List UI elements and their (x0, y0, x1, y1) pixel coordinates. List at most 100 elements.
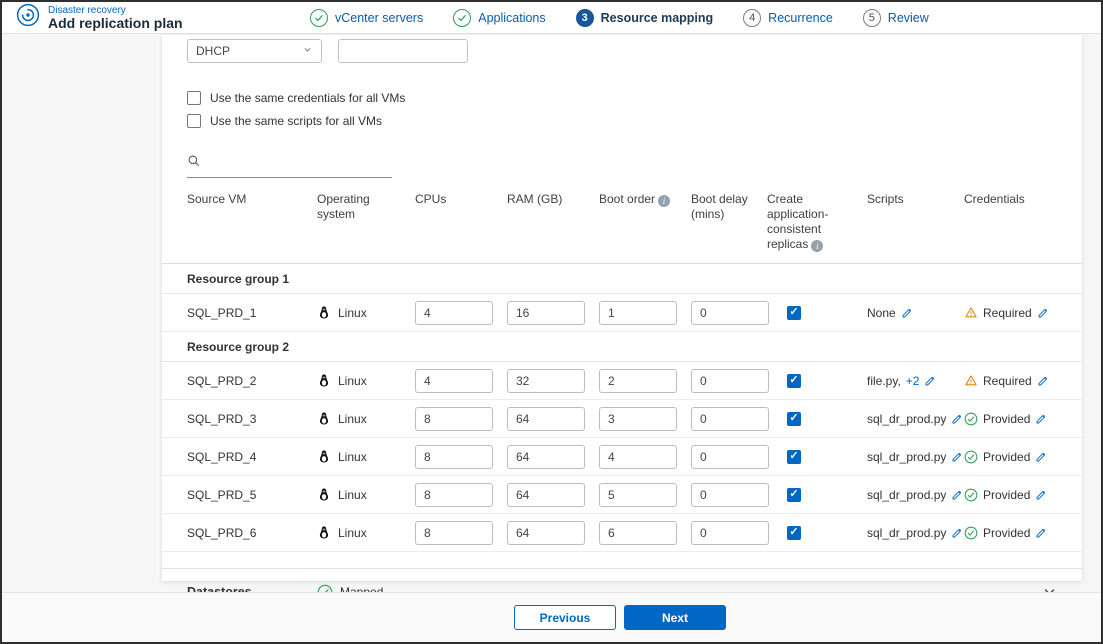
linux-penguin-icon (317, 449, 331, 464)
edit-scripts-icon[interactable] (951, 451, 963, 463)
boot-order-input[interactable] (599, 520, 677, 545)
table-row: SQL_PRD_6 Linux sql_dr_prod.py Provided (162, 514, 1082, 552)
credentials-provided-check-icon (964, 450, 978, 464)
cpus-input[interactable] (415, 406, 493, 431)
source-vm-label: SQL_PRD_5 (187, 487, 257, 502)
resource-group-row: Resource group 1 (162, 264, 1082, 294)
os-cell: Linux (317, 411, 415, 426)
table-row: SQL_PRD_2 Linux file.py, +2 Required (162, 362, 1082, 400)
title-block: Disaster recovery Add replication plan (48, 5, 183, 31)
page-title: Add replication plan (48, 14, 183, 31)
credentials-cell: Required (964, 306, 1057, 320)
edit-credentials-icon[interactable] (1035, 413, 1047, 425)
boot-order-input[interactable] (599, 368, 677, 393)
table-row: SQL_PRD_3 Linux sql_dr_prod.py Provided (162, 400, 1082, 438)
scripts-cell: file.py, +2 (867, 374, 964, 388)
edit-scripts-icon[interactable] (951, 413, 963, 425)
boot-delay-input[interactable] (691, 368, 769, 393)
app-consistent-checkbox[interactable] (787, 449, 801, 464)
edit-scripts-icon[interactable] (951, 527, 963, 539)
boot-order-input[interactable] (599, 406, 677, 431)
ram-input[interactable] (507, 482, 585, 507)
ram-input[interactable] (507, 300, 585, 325)
edit-credentials-icon[interactable] (1037, 307, 1049, 319)
boot-order-input[interactable] (599, 482, 677, 507)
ram-input[interactable] (507, 444, 585, 469)
credentials-label: Provided (983, 525, 1031, 540)
os-label: Linux (338, 487, 367, 502)
step-applications[interactable]: Applications (453, 8, 546, 27)
edit-scripts-icon[interactable] (901, 307, 913, 319)
credentials-provided-check-icon (964, 488, 978, 502)
linux-penguin-icon (317, 373, 331, 388)
column-ram: RAM (GB) (507, 192, 563, 206)
edit-credentials-icon[interactable] (1035, 451, 1047, 463)
app-consistent-checkbox[interactable] (787, 373, 801, 388)
scripts-more-link[interactable]: +2 (906, 374, 920, 388)
step-label: Applications (478, 10, 546, 25)
same-scripts-row: Use the same scripts for all VMs (187, 114, 1082, 128)
cpus-input[interactable] (415, 444, 493, 469)
os-cell: Linux (317, 487, 415, 502)
ram-input[interactable] (507, 406, 585, 431)
credentials-label: Required (983, 305, 1032, 320)
form-top: DHCP (187, 39, 1082, 63)
app-consistent-checkbox[interactable] (787, 305, 801, 320)
credentials-provided-check-icon (964, 412, 978, 426)
step-recurrence[interactable]: 4 Recurrence (743, 8, 833, 27)
step-label: Review (887, 10, 929, 25)
boot-order-info-icon[interactable] (658, 195, 671, 207)
step-complete-icon (310, 8, 328, 27)
edit-scripts-icon[interactable] (951, 489, 963, 501)
step-vcenter-servers[interactable]: vCenter servers (310, 8, 424, 27)
chevron-down-icon (302, 44, 313, 58)
boot-delay-input[interactable] (691, 300, 769, 325)
boot-delay-input[interactable] (691, 520, 769, 545)
boot-delay-input[interactable] (691, 406, 769, 431)
wizard-stepper: vCenter servers Applications 3 Resource … (310, 2, 929, 33)
app-consistent-info-icon[interactable] (811, 240, 824, 252)
search-input[interactable] (209, 156, 392, 171)
same-credentials-checkbox[interactable] (187, 91, 201, 105)
scripts-cell: sql_dr_prod.py (867, 412, 964, 426)
ram-input[interactable] (507, 520, 585, 545)
app-consistent-checkbox[interactable] (787, 411, 801, 426)
os-label: Linux (338, 305, 367, 320)
ip-address-input[interactable] (338, 39, 468, 63)
step-number: 4 (743, 8, 762, 27)
edit-credentials-icon[interactable] (1035, 527, 1047, 539)
next-button[interactable]: Next (624, 605, 726, 630)
same-credentials-label: Use the same credentials for all VMs (210, 91, 406, 105)
os-label: Linux (338, 449, 367, 464)
cpus-input[interactable] (415, 482, 493, 507)
boot-delay-input[interactable] (691, 444, 769, 469)
edit-credentials-icon[interactable] (1037, 375, 1049, 387)
cpus-input[interactable] (415, 520, 493, 545)
column-boot-order: Boot order (599, 192, 691, 207)
os-cell: Linux (317, 373, 415, 388)
step-review[interactable]: 5 Review (862, 8, 929, 27)
ip-allocation-select[interactable]: DHCP (187, 39, 322, 63)
column-cpus: CPUs (415, 192, 447, 206)
credentials-cell: Provided (964, 526, 1057, 540)
content-card: DHCP Use the same credentials for all VM… (162, 35, 1082, 599)
app-consistent-checkbox[interactable] (787, 487, 801, 502)
step-label: vCenter servers (335, 10, 424, 25)
app-consistent-checkbox[interactable] (787, 525, 801, 540)
group-name: Resource group 2 (187, 339, 290, 354)
edit-credentials-icon[interactable] (1035, 489, 1047, 501)
app-header: Disaster recovery Add replication plan v… (2, 2, 1101, 34)
same-credentials-row: Use the same credentials for all VMs (187, 91, 1082, 105)
edit-scripts-icon[interactable] (924, 375, 936, 387)
column-source-vm: Source VM (187, 192, 247, 206)
os-label: Linux (338, 373, 367, 388)
step-resource-mapping[interactable]: 3 Resource mapping (575, 8, 713, 27)
boot-delay-input[interactable] (691, 482, 769, 507)
cpus-input[interactable] (415, 300, 493, 325)
same-scripts-checkbox[interactable] (187, 114, 201, 128)
cpus-input[interactable] (415, 368, 493, 393)
boot-order-input[interactable] (599, 444, 677, 469)
ram-input[interactable] (507, 368, 585, 393)
boot-order-input[interactable] (599, 300, 677, 325)
previous-button[interactable]: Previous (514, 605, 616, 630)
